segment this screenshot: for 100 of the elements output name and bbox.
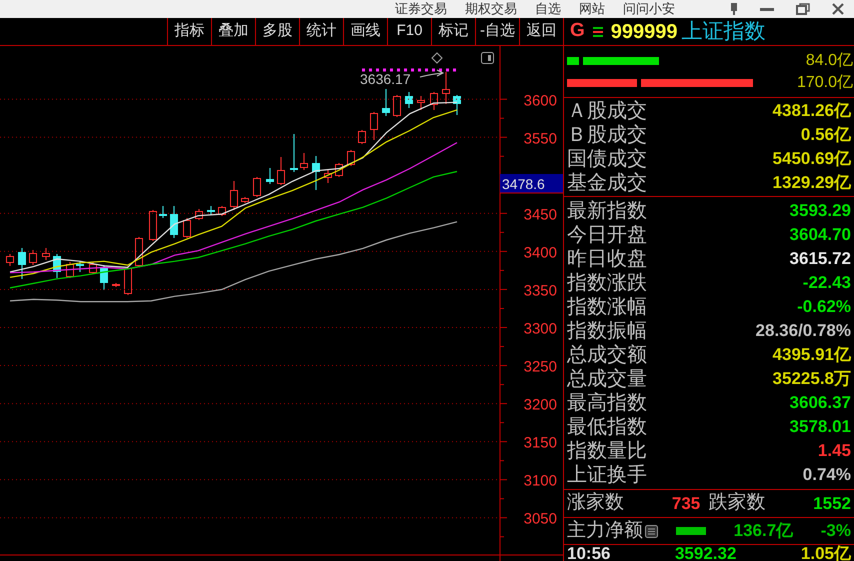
axis-label: 3100 — [524, 472, 557, 490]
quote-value: 3615.72 — [790, 248, 851, 270]
axis-label: 3050 — [524, 510, 557, 528]
candlestick — [442, 72, 450, 104]
quote-label: 指数量比 — [567, 441, 647, 461]
quote-label: 基金成交 — [567, 173, 647, 193]
diamond-icon[interactable] — [431, 52, 443, 64]
current-price-label: 3478.6 — [500, 174, 563, 194]
candlestick — [53, 254, 61, 278]
breadth-label: 涨家数 — [567, 491, 624, 516]
candlestick — [324, 170, 332, 184]
quote-value: 35225.8万 — [772, 368, 851, 390]
declining-count: 1552 — [813, 492, 851, 515]
candlestick — [218, 206, 226, 216]
axis-label: 3600 — [524, 92, 557, 110]
candlestick — [347, 150, 355, 166]
menu-item[interactable]: 证券交易 — [395, 0, 447, 19]
candlestick — [266, 168, 274, 184]
quote-value: 1329.29亿 — [772, 172, 851, 194]
candlestick — [453, 94, 461, 116]
menu-item[interactable]: 网站 — [579, 0, 605, 19]
quote-label: Ｂ股成交 — [567, 125, 647, 145]
quote-value: 3593.29 — [790, 200, 851, 222]
stock-name: 上证指数 — [682, 18, 766, 45]
candlestick — [312, 156, 320, 190]
panel-toggle-icon[interactable] — [481, 52, 494, 64]
candlestick — [18, 248, 26, 280]
pin-icon[interactable] — [730, 3, 738, 15]
quote-label: 最新指数 — [567, 201, 647, 221]
menu-icon[interactable] — [592, 26, 603, 36]
candlestick — [124, 266, 132, 296]
tick-amount: 1.05亿 — [800, 545, 851, 561]
quote-label: 国债成交 — [567, 149, 647, 169]
axis-label: 3200 — [524, 396, 557, 414]
menu-item[interactable]: 问问小安 — [623, 0, 675, 19]
quote-label: 总成交额 — [567, 345, 647, 365]
candlestick — [195, 208, 203, 220]
menu-item[interactable]: 期权交易 — [465, 0, 517, 19]
quote-value: 0.74% — [802, 464, 851, 486]
candlestick — [358, 130, 366, 144]
quote-label: 最低指数 — [567, 417, 647, 437]
candlestick — [335, 162, 343, 178]
quote-label: 上证换手 — [567, 465, 647, 485]
close-icon[interactable] — [832, 3, 844, 15]
net-flow-amount: 136.7亿 — [734, 520, 794, 542]
candlestick — [300, 152, 308, 170]
candlestick — [382, 88, 390, 116]
list-icon[interactable] — [645, 524, 658, 538]
quote-value: 3604.70 — [790, 224, 851, 246]
candlestick — [66, 262, 74, 278]
candlestick — [135, 236, 143, 268]
axis-label: 3400 — [524, 244, 557, 262]
quote-label: 今日开盘 — [567, 225, 647, 245]
axis-label: 3350 — [524, 282, 557, 300]
candlestick — [159, 206, 167, 218]
candlestick — [207, 206, 215, 216]
candlestick — [241, 196, 249, 204]
menu-item[interactable]: 自选 — [535, 0, 561, 19]
candlestick — [417, 96, 425, 110]
quote-value: 3606.37 — [790, 392, 851, 414]
candlestick — [253, 176, 261, 198]
restore-icon[interactable] — [796, 3, 810, 15]
quote-label: 总成交量 — [567, 369, 647, 389]
market-prefix: G — [570, 19, 585, 44]
tick-price: 3592.32 — [674, 545, 736, 561]
net-flow-bar — [676, 527, 706, 535]
quote-label: 昨日收盘 — [567, 249, 647, 269]
quote-value: 4381.26亿 — [772, 100, 851, 122]
quote-value: 3578.01 — [790, 416, 851, 438]
quote-label: 最高指数 — [567, 393, 647, 413]
quote-value: 28.36/0.78% — [756, 320, 851, 342]
axis-label: 3250 — [524, 358, 557, 376]
candlestick — [42, 248, 50, 260]
quote-label: Ａ股成交 — [567, 101, 647, 121]
quote-value: 5450.69亿 — [772, 148, 851, 170]
candlestick — [405, 92, 413, 108]
axis-label: 3300 — [524, 320, 557, 338]
flow-amount: 84.0亿 — [806, 50, 853, 70]
breadth-label: 跌家数 — [708, 491, 766, 516]
quote-value: 4395.91亿 — [772, 344, 851, 366]
candlestick — [89, 262, 97, 274]
candlestick — [112, 282, 120, 288]
net-flow-percent: -3% — [820, 520, 851, 542]
candlestick — [370, 112, 378, 140]
minimize-icon[interactable] — [760, 8, 774, 10]
candlestick — [29, 250, 37, 266]
advancing-count: 735 — [672, 492, 700, 515]
tick-time: 10:56 — [567, 545, 610, 561]
quote-label: 指数涨幅 — [567, 297, 647, 317]
candlestick — [430, 92, 438, 110]
stock-code: 999999 — [610, 20, 678, 44]
arrow-icon — [420, 70, 444, 78]
axis-label: 3450 — [524, 206, 557, 224]
candlestick — [170, 206, 178, 238]
quote-value: -22.43 — [802, 272, 851, 294]
quote-value: -0.62% — [797, 296, 851, 318]
net-flow-label: 主力净额 — [567, 518, 643, 543]
candlestick — [149, 210, 157, 242]
flow-amount: 170.0亿 — [796, 72, 853, 92]
axis-label: 3150 — [524, 434, 557, 452]
